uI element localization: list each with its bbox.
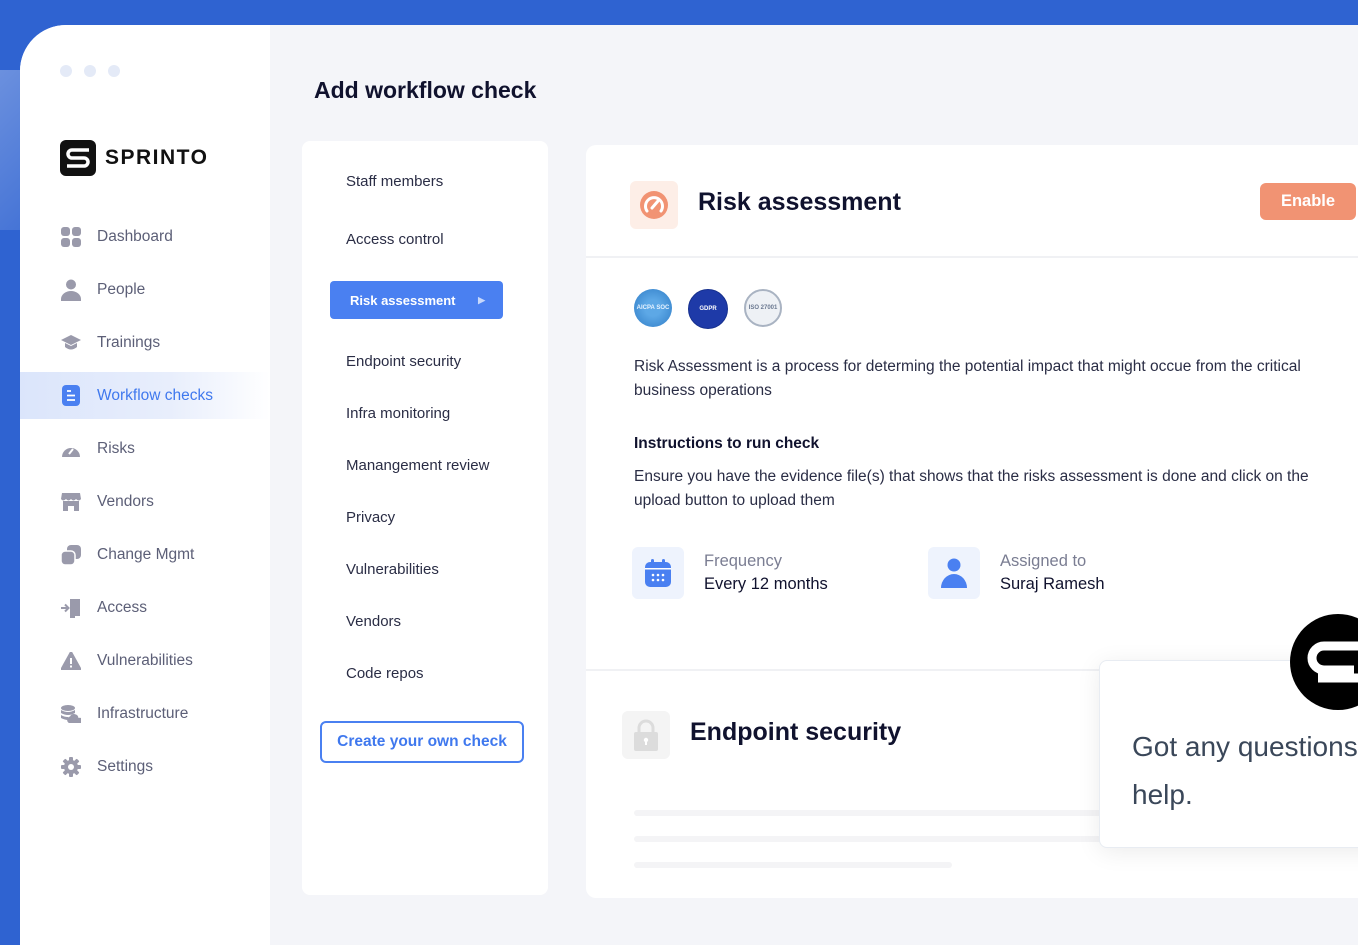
sidebar-item-label: Vulnerabilities xyxy=(97,651,193,669)
create-own-check-button[interactable]: Create your own check xyxy=(320,721,524,763)
person-icon xyxy=(928,547,980,599)
sidebar-item-people[interactable]: People xyxy=(20,266,270,313)
next-check-title[interactable]: Endpoint security xyxy=(690,718,901,747)
sprinto-s-icon xyxy=(1307,641,1358,683)
instructions-heading: Instructions to run check xyxy=(634,435,820,452)
check-item-access-control[interactable]: Access control xyxy=(346,231,444,248)
sidebar-item-label: Trainings xyxy=(97,333,161,351)
assigned-to-field: Assigned to Suraj Ramesh xyxy=(928,547,1105,599)
gear-icon xyxy=(60,756,82,778)
check-item-vendors[interactable]: Vendors xyxy=(346,613,401,630)
page-title: Add workflow check xyxy=(314,77,537,103)
graduation-cap-icon xyxy=(60,332,82,354)
aicpa-soc-badge: AICPA SOC xyxy=(634,289,672,327)
sidebar-item-label: Settings xyxy=(97,757,154,775)
sprinto-s-icon xyxy=(60,140,96,176)
lock-icon xyxy=(622,711,670,759)
warning-icon xyxy=(60,650,82,672)
database-cloud-icon xyxy=(60,703,82,725)
check-description: Risk Assessment is a process for determi… xyxy=(634,358,1301,399)
check-item-infra-monitoring[interactable]: Infra monitoring xyxy=(346,405,450,422)
compliance-badges: AICPA SOC GDPR ISO 27001 xyxy=(634,289,782,329)
sidebar-item-label: Access xyxy=(97,598,147,616)
gauge-icon xyxy=(630,181,678,229)
frequency-field: Frequency Every 12 months xyxy=(632,547,828,599)
checks-list: Staff members Access control Risk assess… xyxy=(302,141,548,895)
sidebar-item-label: Workflow checks xyxy=(97,386,213,404)
frequency-label: Frequency xyxy=(704,552,782,570)
enable-button[interactable]: Enable xyxy=(1260,183,1356,220)
sidebar-item-workflow-checks[interactable]: Workflow checks xyxy=(20,372,270,419)
sidebar-item-vulnerabilities[interactable]: Vulnerabilities xyxy=(20,637,270,684)
sign-in-icon xyxy=(60,597,82,619)
skeleton-line xyxy=(634,862,952,868)
sidebar-item-settings[interactable]: Settings xyxy=(20,743,270,790)
logo[interactable]: SPRINTO xyxy=(60,140,208,176)
assigned-label: Assigned to xyxy=(1000,552,1087,570)
logo-text: SPRINTO xyxy=(105,146,209,169)
sidebar-item-change-mgmt[interactable]: Change Mgmt xyxy=(20,531,270,578)
chat-line: help. xyxy=(1132,779,1193,810)
sidebar-item-label: Risks xyxy=(97,439,135,457)
sidebar-item-label: Dashboard xyxy=(97,227,173,245)
sidebar-item-label: Change Mgmt xyxy=(97,545,195,563)
check-item-management-review[interactable]: Manangement review xyxy=(346,457,489,474)
window-controls xyxy=(60,65,120,77)
window-dot xyxy=(84,65,96,77)
frequency-value: Every 12 months xyxy=(704,575,828,593)
play-arrow-icon: ▶ xyxy=(478,294,485,305)
sidebar-nav: Dashboard People Trainings Workflow chec… xyxy=(20,213,270,796)
sidebar-item-dashboard[interactable]: Dashboard xyxy=(20,213,270,260)
copy-icon xyxy=(60,544,82,566)
check-title: Risk assessment xyxy=(698,188,901,216)
calendar-icon xyxy=(632,547,684,599)
window-dot xyxy=(60,65,72,77)
sidebar-item-label: Infrastructure xyxy=(97,704,189,722)
sidebar-item-access[interactable]: Access xyxy=(20,584,270,631)
gauge-icon xyxy=(60,438,82,460)
sidebar: SPRINTO Dashboard People Trainings Workf… xyxy=(20,25,270,945)
check-item-endpoint-security[interactable]: Endpoint security xyxy=(346,353,461,370)
sidebar-item-label: Vendors xyxy=(97,492,154,510)
sidebar-item-vendors[interactable]: Vendors xyxy=(20,478,270,525)
dashboard-icon xyxy=(60,226,82,248)
check-item-label: Risk assessment xyxy=(350,292,456,308)
check-item-privacy[interactable]: Privacy xyxy=(346,509,395,526)
window-dot xyxy=(108,65,120,77)
document-list-icon xyxy=(60,385,82,407)
store-icon xyxy=(60,491,82,513)
sidebar-item-trainings[interactable]: Trainings xyxy=(20,319,270,366)
assigned-value[interactable]: Suraj Ramesh xyxy=(1000,575,1105,594)
check-item-risk-assessment[interactable]: Risk assessment ▶ xyxy=(330,281,503,319)
check-item-staff-members[interactable]: Staff members xyxy=(346,173,443,190)
sidebar-item-infrastructure[interactable]: Infrastructure xyxy=(20,690,270,737)
gdpr-badge: GDPR xyxy=(688,289,728,329)
instructions-text: Ensure you have the evidence file(s) tha… xyxy=(634,468,1309,509)
person-icon xyxy=(60,279,82,301)
check-item-vulnerabilities[interactable]: Vulnerabilities xyxy=(346,561,439,578)
chat-line: Got any questions xyxy=(1132,731,1358,762)
chat-message: Got any questions help. xyxy=(1132,723,1358,819)
iso-27001-badge: ISO 27001 xyxy=(744,289,782,327)
sidebar-item-risks[interactable]: Risks xyxy=(20,425,270,472)
sidebar-item-label: People xyxy=(97,280,146,298)
check-item-code-repos[interactable]: Code repos xyxy=(346,665,424,682)
detail-header: Risk assessment Enable xyxy=(586,145,1358,258)
